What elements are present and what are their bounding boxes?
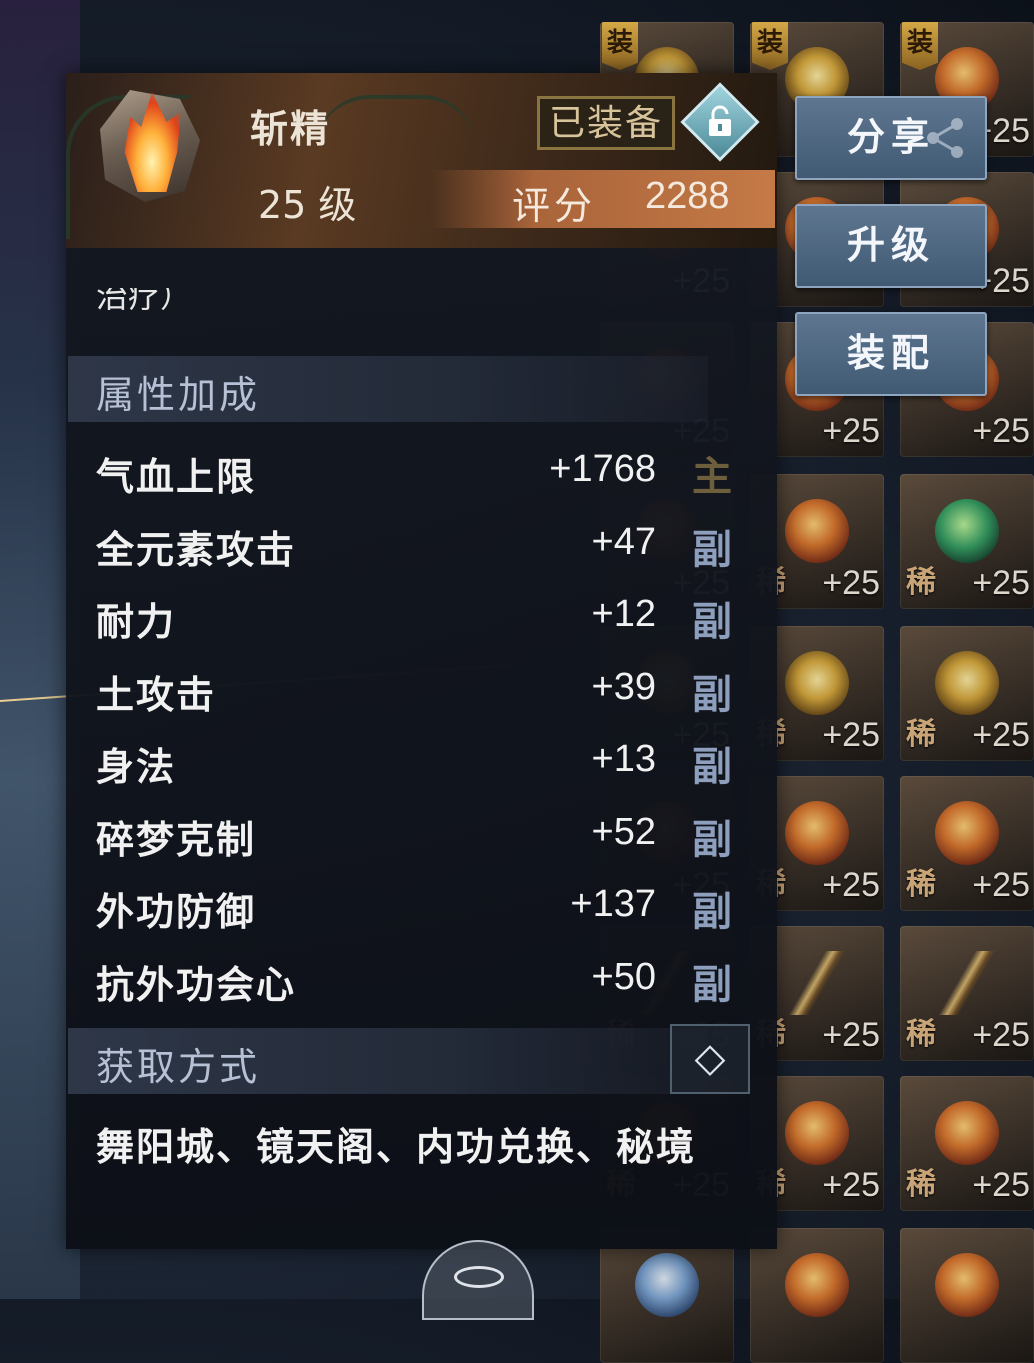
attribute-sub-tag: 副 — [692, 527, 732, 573]
attribute-sub-tag: 副 — [692, 599, 732, 645]
attribute-value: +1768 — [549, 448, 656, 490]
attribute-name: 身法 — [96, 745, 177, 789]
attributes-section-title: 属性加成 — [96, 373, 261, 417]
source-text: 舞阳城、镜天阁、内功兑换、秘境 — [96, 1125, 697, 1169]
attribute-row: 抗外功会心 +50 副 — [96, 954, 746, 1014]
attribute-name: 外功防御 — [96, 890, 257, 934]
preview-button[interactable] — [422, 1240, 534, 1320]
share-button-label: 分享 — [846, 115, 935, 159]
level-tag: +25 — [972, 412, 1030, 450]
equipped-tag: 装 — [902, 22, 938, 70]
level-tag: +25 — [822, 1166, 880, 1204]
equipped-tag: 装 — [602, 22, 638, 70]
description-clipped: 治疗） — [96, 288, 193, 315]
level-tag: +25 — [972, 1016, 1030, 1054]
item-level: 25 级 — [258, 183, 357, 227]
attribute-value: +52 — [591, 811, 656, 853]
level-tag: +25 — [972, 866, 1030, 904]
rare-tag: 稀 — [906, 1017, 936, 1052]
attribute-row: 全元素攻击 +47 副 — [96, 519, 746, 579]
attribute-value: +39 — [591, 666, 656, 708]
inventory-slot[interactable]: 稀 +25 — [900, 626, 1034, 761]
attribute-name: 碎梦克制 — [96, 818, 257, 862]
level-tag: +25 — [822, 716, 880, 754]
level-tag: +25 — [822, 866, 880, 904]
unlock-icon — [705, 105, 735, 139]
inventory-slot[interactable]: 稀 +25 — [900, 474, 1034, 609]
attribute-row: 碎梦克制 +52 副 — [96, 809, 746, 869]
source-expand-button[interactable]: ◇ — [670, 1024, 750, 1094]
attribute-row: 土攻击 +39 副 — [96, 664, 746, 724]
level-tag: +25 — [972, 564, 1030, 602]
rare-tag: 稀 — [906, 717, 936, 752]
attribute-value: +47 — [591, 521, 656, 563]
attribute-sub-tag: 副 — [692, 744, 732, 790]
attribute-name: 耐力 — [96, 600, 177, 644]
assemble-button[interactable]: 装配 — [795, 312, 987, 396]
attribute-sub-tag: 副 — [692, 889, 732, 935]
attribute-row: 气血上限 +1768 主 — [96, 446, 746, 506]
attribute-value: +137 — [570, 883, 656, 925]
item-icon — [88, 80, 214, 210]
inventory-slot[interactable]: 稀 +25 — [900, 776, 1034, 911]
equipped-tag: 装 — [752, 22, 788, 70]
attribute-name: 土攻击 — [96, 673, 217, 717]
attribute-sub-tag: 副 — [692, 672, 732, 718]
dragon-ornament — [316, 95, 476, 149]
attribute-row: 身法 +13 副 — [96, 736, 746, 796]
attribute-value: +50 — [591, 956, 656, 998]
rare-tag: 稀 — [906, 1167, 936, 1202]
item-name: 斩精 — [250, 107, 331, 151]
rare-tag: 稀 — [906, 867, 936, 902]
level-tag: +25 — [822, 564, 880, 602]
inventory-slot[interactable]: 稀 +25 — [900, 1076, 1034, 1211]
rare-tag: 稀 — [906, 565, 936, 600]
level-tag: +25 — [822, 412, 880, 450]
attribute-name: 全元素攻击 — [96, 528, 297, 572]
upgrade-button[interactable]: 升级 — [795, 204, 987, 288]
attribute-row: 外功防御 +137 副 — [96, 881, 746, 941]
score-value: 2288 — [645, 175, 730, 217]
share-button[interactable]: 分享 — [795, 96, 987, 180]
level-tag: +25 — [822, 1016, 880, 1054]
attribute-value: +12 — [591, 593, 656, 635]
inventory-slot[interactable]: 稀 +25 — [900, 926, 1034, 1061]
score-label: 评分 — [512, 184, 597, 228]
attribute-sub-tag: 副 — [692, 817, 732, 863]
diamond-arrow-icon: ◇ — [694, 1035, 726, 1081]
attribute-name: 气血上限 — [96, 455, 257, 499]
level-tag: +25 — [972, 716, 1030, 754]
attribute-name: 抗外功会心 — [96, 963, 297, 1007]
attribute-row: 耐力 +12 副 — [96, 591, 746, 651]
source-section-title: 获取方式 — [96, 1045, 261, 1089]
attribute-sub-tag: 副 — [692, 962, 732, 1008]
inventory-slot[interactable] — [900, 1228, 1034, 1363]
share-icon — [927, 118, 963, 158]
level-tag: +25 — [972, 1166, 1030, 1204]
attribute-main-tag: 主 — [692, 454, 732, 500]
equipped-badge: 已装备 — [537, 96, 675, 150]
attribute-value: +13 — [591, 738, 656, 780]
eye-icon — [454, 1266, 504, 1288]
